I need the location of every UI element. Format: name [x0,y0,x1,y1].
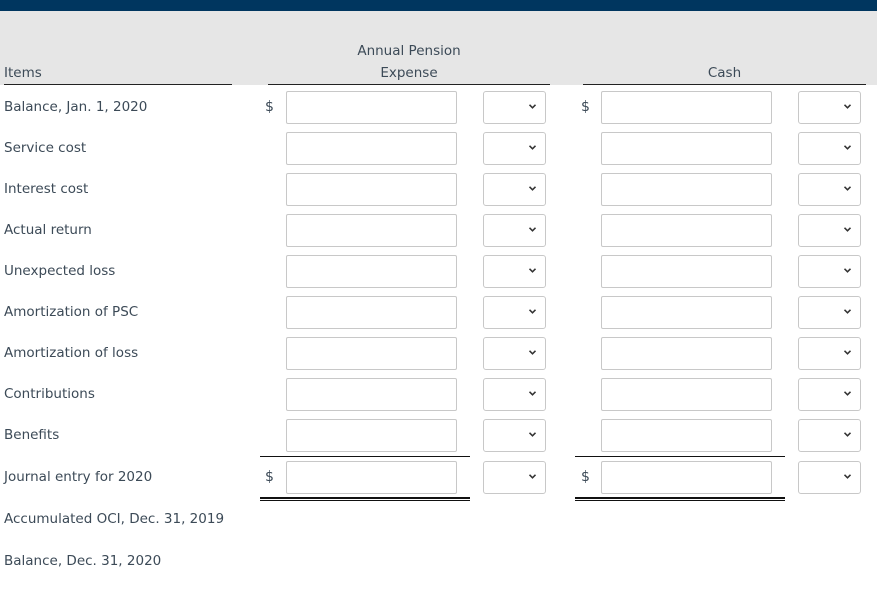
chevron-down-icon [529,104,536,111]
subtotal-rule [575,456,785,457]
top-bar [0,0,877,11]
ape-header-underline [268,84,550,85]
cash-amount-input[interactable] [601,173,772,206]
cash-amount-input[interactable] [601,255,772,288]
pension-expense-amount-input[interactable] [286,173,457,206]
subtotal-rule [260,456,470,457]
cash-amount-input[interactable] [601,214,772,247]
pension-expense-amount-input[interactable] [286,296,457,329]
pension-expense-drcr-select[interactable] [483,132,546,165]
pension-expense-amount-input[interactable] [286,214,457,247]
cash-amount-input[interactable] [601,337,772,370]
chevron-down-icon [529,145,536,152]
chevron-down-icon [844,186,851,193]
pension-expense-amount-input[interactable] [286,91,457,124]
row-label: Balance, Jan. 1, 2020 [4,99,148,115]
chevron-down-icon [844,309,851,316]
pension-expense-amount-input[interactable] [286,337,457,370]
chevron-down-icon [529,474,536,481]
cash-drcr-select[interactable] [798,214,861,247]
pension-expense-drcr-select[interactable] [483,173,546,206]
chevron-down-icon [529,227,536,234]
chevron-down-icon [529,309,536,316]
annual-pension-expense-column-header: Annual Pension Expense [268,40,550,84]
items-column-header: Items [4,65,42,81]
cash-drcr-select[interactable] [798,132,861,165]
cash-amount-input[interactable] [601,378,772,411]
cash-drcr-select[interactable] [798,173,861,206]
cash-drcr-select[interactable] [798,296,861,329]
chevron-down-icon [844,474,851,481]
row-label: Service cost [4,140,87,156]
pension-expense-amount-input[interactable] [286,255,457,288]
row-label: Actual return [4,222,92,238]
chevron-down-icon [844,145,851,152]
chevron-down-icon [844,432,851,439]
cash-amount-input[interactable] [601,91,772,124]
total-double-rule [575,497,785,501]
pension-expense-amount-input[interactable] [286,461,457,494]
dollar-sign: $ [581,469,590,485]
chevron-down-icon [844,104,851,111]
pension-expense-drcr-select[interactable] [483,461,546,494]
pension-expense-amount-input[interactable] [286,419,457,452]
pension-expense-drcr-select[interactable] [483,214,546,247]
items-header-underline [4,84,232,85]
chevron-down-icon [844,227,851,234]
cash-drcr-select[interactable] [798,255,861,288]
cash-header-underline [583,84,866,85]
dollar-sign: $ [581,99,590,115]
header-line-2: Expense [380,65,438,81]
chevron-down-icon [529,186,536,193]
chevron-down-icon [529,391,536,398]
row-label: Unexpected loss [4,263,116,279]
row-label: Amortization of loss [4,345,139,361]
cash-column-header: Cash [707,65,742,81]
cash-amount-input[interactable] [601,132,772,165]
chevron-down-icon [844,350,851,357]
pension-expense-drcr-select[interactable] [483,337,546,370]
cash-drcr-select[interactable] [798,337,861,370]
pension-expense-drcr-select[interactable] [483,91,546,124]
cash-drcr-select[interactable] [798,461,861,494]
chevron-down-icon [529,350,536,357]
row-label: Benefits [4,427,60,443]
dollar-sign: $ [265,99,274,115]
row-label: Interest cost [4,181,89,197]
chevron-down-icon [844,268,851,275]
pension-expense-drcr-select[interactable] [483,419,546,452]
pension-expense-drcr-select[interactable] [483,296,546,329]
cash-amount-input[interactable] [601,296,772,329]
dollar-sign: $ [265,469,274,485]
total-double-rule [260,497,470,501]
pension-expense-amount-input[interactable] [286,378,457,411]
row-label: Contributions [4,386,95,402]
row-label: Amortization of PSC [4,304,139,320]
chevron-down-icon [844,391,851,398]
chevron-down-icon [529,268,536,275]
cash-drcr-select[interactable] [798,91,861,124]
row-label: Balance, Dec. 31, 2020 [4,553,162,569]
cash-amount-input[interactable] [601,461,772,494]
row-label: Journal entry for 2020 [4,469,153,485]
cash-drcr-select[interactable] [798,378,861,411]
pension-expense-drcr-select[interactable] [483,378,546,411]
row-label: Accumulated OCI, Dec. 31, 2019 [4,511,225,527]
pension-expense-drcr-select[interactable] [483,255,546,288]
cash-amount-input[interactable] [601,419,772,452]
header-line-1: Annual Pension [357,43,461,59]
cash-drcr-select[interactable] [798,419,861,452]
pension-expense-amount-input[interactable] [286,132,457,165]
chevron-down-icon [529,432,536,439]
